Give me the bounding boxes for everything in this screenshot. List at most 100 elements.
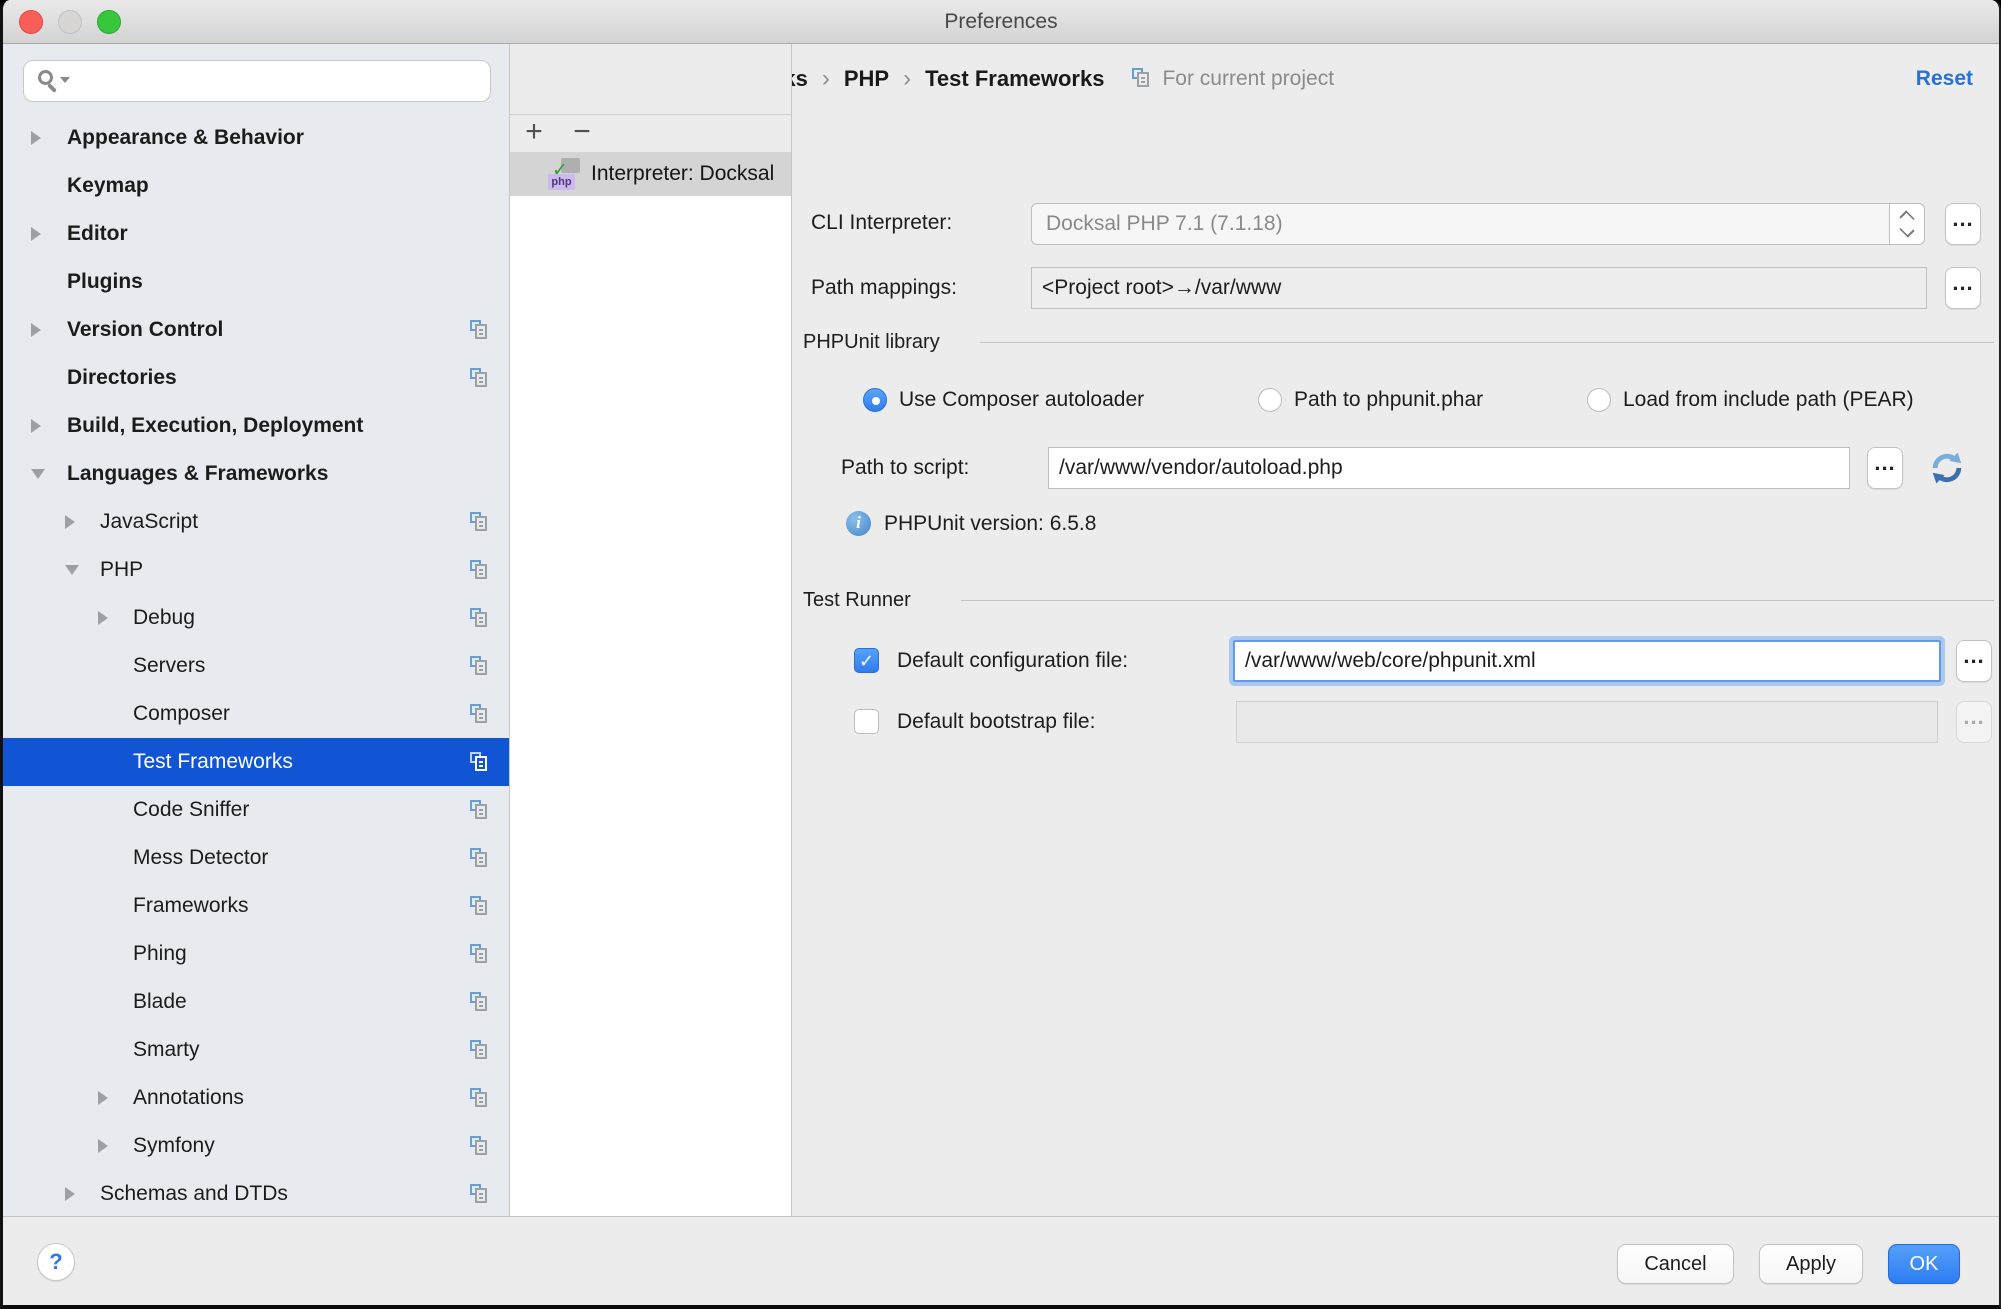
- for-current-project-icon: [470, 656, 489, 676]
- chevron-right-icon[interactable]: [65, 515, 75, 529]
- sidebar-item-debug[interactable]: Debug: [3, 594, 509, 642]
- for-current-project-icon: [470, 800, 489, 820]
- sidebar-item-smarty[interactable]: Smarty: [3, 1026, 509, 1074]
- chevron-right-icon[interactable]: [98, 1139, 108, 1153]
- php-interpreter-icon: ✓ php: [548, 157, 584, 191]
- for-current-project-icon: [470, 752, 489, 772]
- sidebar-item-php[interactable]: PHP: [3, 546, 509, 594]
- sidebar-item-label: Code Sniffer: [133, 786, 249, 834]
- cli-interpreter-browse-button[interactable]: ...: [1945, 203, 1981, 245]
- path-to-script-browse-button[interactable]: ...: [1867, 447, 1903, 489]
- sidebar-item-schemas-and-dtds[interactable]: Schemas and DTDs: [3, 1170, 509, 1216]
- sidebar-item-plugins[interactable]: Plugins: [3, 258, 509, 306]
- sidebar-item-languages-frameworks[interactable]: Languages & Frameworks: [3, 450, 509, 498]
- apply-button[interactable]: Apply: [1759, 1244, 1863, 1284]
- sidebar-item-build-execution-deployment[interactable]: Build, Execution, Deployment: [3, 402, 509, 450]
- stepper-icon[interactable]: [1889, 203, 1925, 245]
- sidebar-item-composer[interactable]: Composer: [3, 690, 509, 738]
- chevron-right-icon[interactable]: [31, 227, 41, 241]
- default-bootstrap-label: Default bootstrap file:: [897, 710, 1095, 734]
- radio-load-from-include-path[interactable]: Load from include path (PEAR): [1587, 382, 1914, 418]
- chevron-right-icon[interactable]: [65, 1187, 75, 1201]
- sidebar-item-label: Schemas and DTDs: [100, 1170, 288, 1216]
- radio-path-to-phpunit-phar[interactable]: Path to phpunit.phar: [1258, 382, 1483, 418]
- window-title: Preferences: [3, 0, 1999, 44]
- chevron-right-icon[interactable]: [98, 1091, 108, 1105]
- search-icon[interactable]: [36, 68, 66, 94]
- interpreter-list-item[interactable]: ✓ php Interpreter: Docksal: [510, 152, 791, 196]
- sidebar-item-code-sniffer[interactable]: Code Sniffer: [3, 786, 509, 834]
- add-interpreter-button[interactable]: +: [514, 115, 554, 153]
- radio-label: Path to phpunit.phar: [1294, 388, 1483, 412]
- chevron-right-icon[interactable]: [31, 131, 41, 145]
- breadcrumb-item[interactable]: Test Frameworks: [925, 66, 1104, 92]
- remove-interpreter-button[interactable]: −: [562, 115, 602, 153]
- section-separator: [980, 342, 1994, 343]
- default-configuration-checkbox[interactable]: ✓: [854, 648, 879, 673]
- breadcrumb-item[interactable]: PHP: [844, 66, 889, 92]
- sidebar-item-label: Blade: [133, 978, 187, 1026]
- settings-sidebar: Appearance & BehaviorKeymapEditorPlugins…: [3, 44, 510, 1216]
- sidebar-item-label: Languages & Frameworks: [67, 450, 328, 498]
- info-icon: i: [846, 511, 871, 536]
- chevron-right-icon[interactable]: [31, 323, 41, 337]
- sidebar-item-keymap[interactable]: Keymap: [3, 162, 509, 210]
- sidebar-item-test-frameworks[interactable]: Test Frameworks: [3, 738, 509, 786]
- chevron-down-icon[interactable]: [31, 469, 45, 479]
- sidebar-item-javascript[interactable]: JavaScript: [3, 498, 509, 546]
- for-current-project-icon: [470, 704, 489, 724]
- sidebar-item-frameworks[interactable]: Frameworks: [3, 882, 509, 930]
- interpreter-list-panel: + − ✓ php Interpreter: Docksal: [510, 44, 792, 1216]
- chevron-right-icon[interactable]: [98, 611, 108, 625]
- sidebar-item-blade[interactable]: Blade: [3, 978, 509, 1026]
- for-current-project-icon: [470, 992, 489, 1012]
- path-to-script-field[interactable]: [1048, 447, 1850, 489]
- for-current-project-icon: [470, 368, 489, 388]
- radio-label: Use Composer autoloader: [899, 388, 1144, 412]
- interpreter-toolbar: + −: [510, 114, 791, 152]
- sidebar-item-label: Editor: [67, 210, 128, 258]
- sidebar-item-label: PHP: [100, 546, 143, 594]
- sidebar-item-appearance-behavior[interactable]: Appearance & Behavior: [3, 114, 509, 162]
- cli-interpreter-label: CLI Interpreter:: [811, 211, 952, 235]
- sidebar-item-editor[interactable]: Editor: [3, 210, 509, 258]
- chevron-down-icon[interactable]: [65, 565, 79, 575]
- reset-link[interactable]: Reset: [1916, 44, 1973, 114]
- sidebar-item-label: Test Frameworks: [133, 738, 293, 786]
- path-mappings-field[interactable]: [1031, 267, 1927, 309]
- sidebar-item-mess-detector[interactable]: Mess Detector: [3, 834, 509, 882]
- for-current-project-icon: [470, 1136, 489, 1156]
- ok-button[interactable]: OK: [1888, 1244, 1960, 1284]
- sidebar-item-label: Annotations: [133, 1074, 244, 1122]
- sidebar-item-phing[interactable]: Phing: [3, 930, 509, 978]
- path-mappings-browse-button[interactable]: ...: [1945, 267, 1981, 309]
- sidebar-item-label: Appearance & Behavior: [67, 114, 304, 162]
- sidebar-item-annotations[interactable]: Annotations: [3, 1074, 509, 1122]
- default-configuration-field[interactable]: [1233, 640, 1941, 682]
- sidebar-item-label: Phing: [133, 930, 187, 978]
- cancel-button[interactable]: Cancel: [1617, 1244, 1734, 1284]
- scope-label: For current project: [1162, 67, 1334, 91]
- search-input[interactable]: [23, 60, 491, 102]
- radio-use-composer-autoloader[interactable]: Use Composer autoloader: [863, 382, 1144, 418]
- chevron-right-icon[interactable]: [31, 419, 41, 433]
- for-current-project-icon: [470, 848, 489, 868]
- radio-label: Load from include path (PEAR): [1623, 388, 1914, 412]
- default-configuration-browse-button[interactable]: ...: [1956, 640, 1992, 682]
- sidebar-item-servers[interactable]: Servers: [3, 642, 509, 690]
- cli-interpreter-value: Docksal PHP 7.1 (7.1.18): [1046, 204, 1283, 244]
- sidebar-item-label: Keymap: [67, 162, 149, 210]
- sidebar-item-directories[interactable]: Directories: [3, 354, 509, 402]
- radio-icon: [863, 388, 887, 412]
- sidebar-item-symfony[interactable]: Symfony: [3, 1122, 509, 1170]
- refresh-icon[interactable]: [1928, 449, 1966, 487]
- help-button[interactable]: ?: [37, 1243, 75, 1281]
- path-mappings-label: Path mappings:: [811, 276, 957, 300]
- sidebar-item-label: Debug: [133, 594, 195, 642]
- sidebar-item-version-control[interactable]: Version Control: [3, 306, 509, 354]
- cli-interpreter-select[interactable]: Docksal PHP 7.1 (7.1.18): [1031, 203, 1925, 245]
- for-current-project-icon: [470, 1088, 489, 1108]
- default-bootstrap-checkbox[interactable]: [854, 709, 879, 734]
- for-current-project-icon: [470, 512, 489, 532]
- for-current-project-icon: [470, 1040, 489, 1060]
